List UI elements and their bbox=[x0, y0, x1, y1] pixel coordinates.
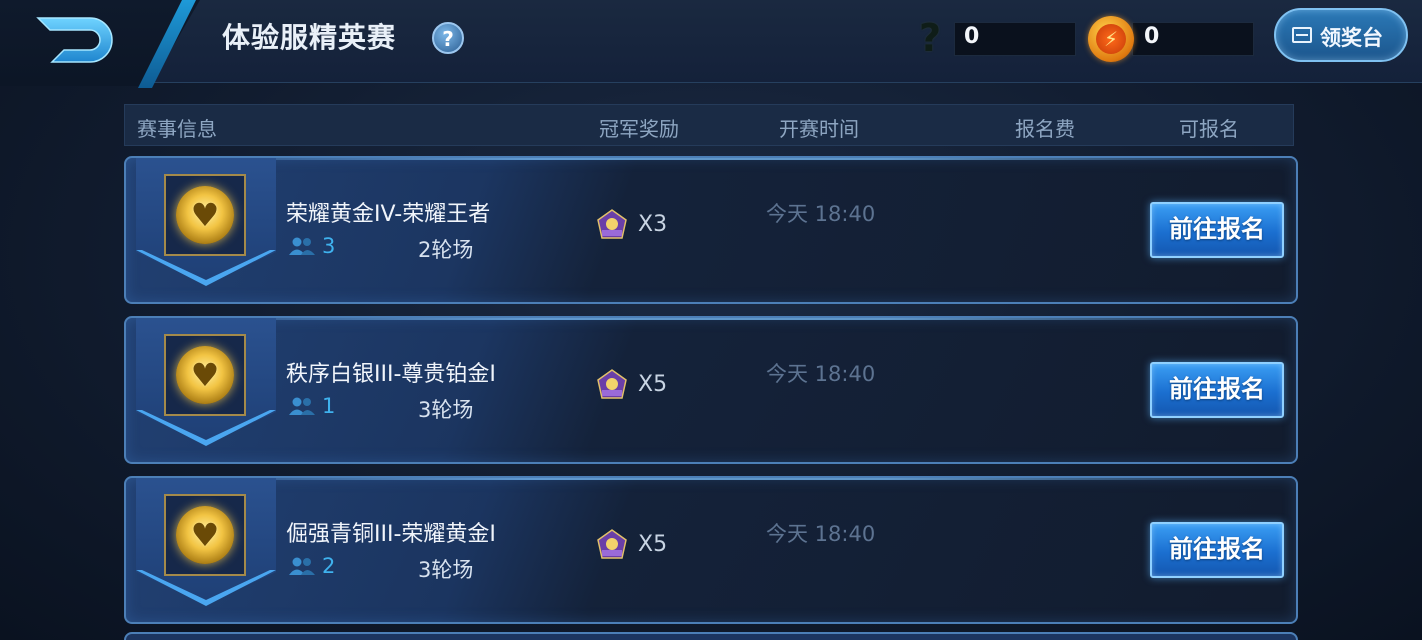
start-time: 今天 18:40 bbox=[766, 522, 876, 546]
col-champion-reward: 冠军奖励 bbox=[599, 117, 679, 141]
reward-chest-icon bbox=[597, 529, 627, 559]
rounds: 2轮场 bbox=[418, 238, 474, 262]
col-start-time: 开赛时间 bbox=[779, 117, 859, 141]
event-row: 荣耀黄金IV-荣耀王者 3 2轮场 X3 今天 18:40 前往报名 bbox=[124, 156, 1298, 304]
coin-icon: ⚡ bbox=[1088, 16, 1134, 62]
col-event-info: 赛事信息 bbox=[137, 117, 217, 141]
reward-quantity: X3 bbox=[638, 212, 668, 237]
rounds: 3轮场 bbox=[418, 558, 474, 582]
event-name: 倔强青铜III-荣耀黄金I bbox=[286, 522, 496, 547]
col-entry-fee: 报名费 bbox=[1015, 117, 1075, 141]
help-button[interactable]: ? bbox=[432, 22, 464, 54]
rank-badge-icon bbox=[176, 186, 234, 244]
podium-icon bbox=[1292, 27, 1312, 43]
players-icon bbox=[289, 237, 315, 255]
currency-2-value: 0 bbox=[1144, 24, 1160, 49]
event-row: 秩序白银III-尊贵铂金I 1 3轮场 X5 今天 18:40 前往报名 bbox=[124, 316, 1298, 464]
currency-1: ? 0 bbox=[906, 18, 1076, 58]
top-bar: 体验服精英赛 ? ? 0 ⚡ 0 领奖台 bbox=[0, 0, 1422, 88]
signup-button[interactable]: 前往报名 bbox=[1150, 362, 1284, 418]
currency-2: ⚡ 0 bbox=[1088, 16, 1254, 62]
event-row-partial bbox=[124, 632, 1298, 640]
start-time: 今天 18:40 bbox=[766, 362, 876, 386]
question-mark-icon: ? bbox=[918, 16, 942, 60]
players-icon bbox=[289, 397, 315, 415]
back-arrow-icon bbox=[36, 17, 113, 63]
back-button[interactable] bbox=[30, 12, 126, 66]
rank-badge-icon bbox=[176, 506, 234, 564]
event-name: 荣耀黄金IV-荣耀王者 bbox=[286, 202, 491, 227]
event-name: 秩序白银III-尊贵铂金I bbox=[286, 362, 496, 387]
award-podium-button[interactable]: 领奖台 bbox=[1274, 8, 1408, 62]
col-available: 可报名 bbox=[1179, 117, 1239, 141]
players-icon bbox=[289, 557, 315, 575]
column-header: 赛事信息 冠军奖励 开赛时间 报名费 可报名 bbox=[124, 104, 1294, 146]
reward-quantity: X5 bbox=[638, 372, 668, 397]
event-badge bbox=[164, 334, 246, 416]
event-row: 倔强青铜III-荣耀黄金I 2 3轮场 X5 今天 18:40 前往报名 bbox=[124, 476, 1298, 624]
signup-button[interactable]: 前往报名 bbox=[1150, 202, 1284, 258]
reward-quantity: X5 bbox=[638, 532, 668, 557]
rank-badge-icon bbox=[176, 346, 234, 404]
currency-1-value: 0 bbox=[964, 24, 980, 49]
reward-chest-icon bbox=[597, 209, 627, 239]
players-count: 3 bbox=[322, 234, 336, 258]
players-count: 1 bbox=[322, 394, 336, 418]
event-badge bbox=[164, 494, 246, 576]
event-badge bbox=[164, 174, 246, 256]
signup-button[interactable]: 前往报名 bbox=[1150, 522, 1284, 578]
award-podium-label: 领奖台 bbox=[1320, 26, 1383, 50]
reward-chest-icon bbox=[597, 369, 627, 399]
start-time: 今天 18:40 bbox=[766, 202, 876, 226]
rounds: 3轮场 bbox=[418, 398, 474, 422]
players-count: 2 bbox=[322, 554, 336, 578]
page-title: 体验服精英赛 bbox=[222, 21, 397, 54]
